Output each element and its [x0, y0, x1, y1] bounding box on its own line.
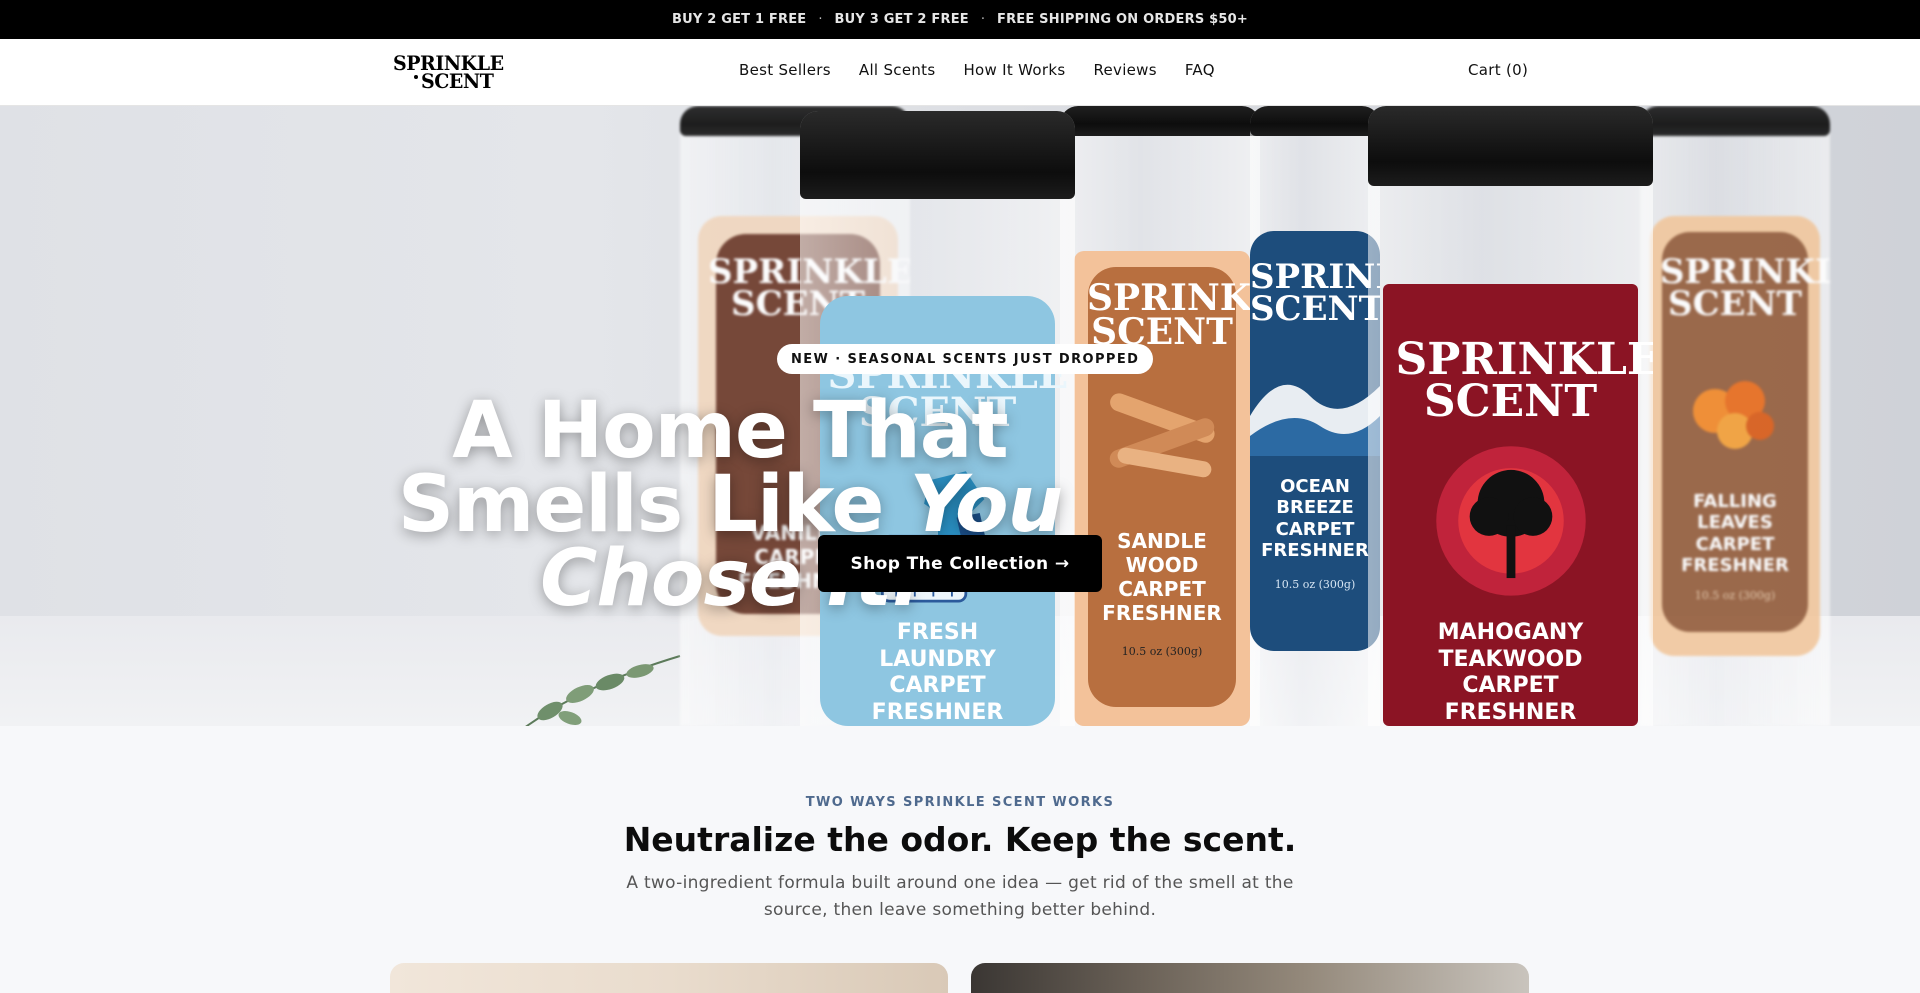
product-name: FRESH LAUNDRY CARPET FRESHNER — [871, 620, 1004, 725]
shop-collection-button[interactable]: Shop The Collection → — [818, 535, 1102, 592]
feature-card-neutralize[interactable] — [390, 963, 948, 993]
product-brand: SPRINKLE SCENT — [1250, 257, 1380, 330]
promo-text-2: BUY 3 GET 2 FREE — [834, 12, 969, 27]
logo-dot — [414, 75, 418, 79]
tree-flower-illustration — [1435, 445, 1586, 596]
bottle-cap — [1368, 106, 1653, 186]
badge-text: NEW · SEASONAL SCENTS JUST DROPPED — [791, 351, 1140, 367]
nav-reviews[interactable]: Reviews — [1093, 61, 1156, 79]
product-name: FALLING LEAVES CARPET FRESHNER — [1681, 490, 1789, 577]
product-weight: 10.5 oz (300g) — [1121, 645, 1203, 659]
product-label: SPRINKLE SCENT SANDLE WOOD CARPET FRESHN… — [1074, 251, 1260, 726]
section-eyebrow: TWO WAYS SPRINKLE SCENT WORKS — [805, 795, 1115, 810]
product-bottle-falling-leaves: SPRINKLE SCENT FALLING LEAVES CARPET FRE… — [1640, 106, 1830, 726]
promo-separator: · — [818, 12, 823, 27]
nav-how-it-works[interactable]: How It Works — [963, 61, 1065, 79]
nav-all-scents[interactable]: All Scents — [859, 61, 936, 79]
product-weight: 10.5 oz (300g) — [1274, 577, 1356, 591]
promo-text-3: FREE SHIPPING ON ORDERS $50+ — [997, 12, 1248, 27]
nav-faq[interactable]: FAQ — [1185, 61, 1215, 79]
bottle-cap — [800, 111, 1075, 199]
bottle-cap — [1060, 106, 1260, 136]
product-bottle-ocean-breeze: SPRINKLE SCENT OCEAN BREEZE CARPET FRESH… — [1250, 106, 1380, 726]
main-nav: Best Sellers All Scents How It Works Rev… — [739, 61, 1215, 79]
product-bottle-sandle-wood: SPRINKLE SCENT SANDLE WOOD CARPET FRESHN… — [1060, 106, 1260, 726]
eucalyptus-decoration — [525, 655, 681, 726]
bottle-cap — [1250, 106, 1380, 136]
new-arrival-badge: NEW · SEASONAL SCENTS JUST DROPPED — [777, 344, 1154, 374]
product-brand: SPRINKLE SCENT — [1660, 252, 1830, 325]
product-label: SPRINKLE SCENT FALLING LEAVES CARPET FRE… — [1650, 216, 1830, 656]
nav-best-sellers[interactable]: Best Sellers — [739, 61, 831, 79]
product-name: MAHOGANY TEAKWOOD CARPET FRESHNER — [1437, 620, 1584, 725]
product-name: OCEAN BREEZE CARPET FRESHNER — [1261, 475, 1369, 562]
autumn-leaves-illustration — [1693, 380, 1774, 449]
announcement-bar: BUY 2 GET 1 FREE · BUY 3 GET 2 FREE · FR… — [0, 0, 1920, 39]
bottle-cap — [1640, 106, 1830, 136]
feature-card-scent[interactable] — [971, 963, 1529, 993]
wave-illustration — [1250, 384, 1380, 456]
promo-text-1: BUY 2 GET 1 FREE — [672, 12, 807, 27]
product-weight: 10.5 oz (300g) — [1694, 588, 1776, 602]
cart-link[interactable]: Cart (0) — [1468, 61, 1528, 79]
product-name: SANDLE WOOD CARPET FRESHNER — [1102, 529, 1222, 626]
product-bottle-mahogany-teakwood: SPRINKLE SCENT MAHOGANY TEAKWOOD CARPET … — [1368, 106, 1653, 726]
site-header: SPRINKLE SCENT Best Sellers All Scents H… — [0, 39, 1920, 106]
hero-banner: SPRINKLE SCENT VANILLA CARPET FRESHNER S… — [0, 106, 1920, 726]
product-brand: SPRINKLE SCENT — [1087, 277, 1260, 354]
section-title: Neutralize the odor. Keep the scent. — [623, 820, 1297, 859]
product-brand: SPRINKLE SCENT — [1395, 334, 1654, 427]
section-subtitle: A two-ingredient formula built around on… — [626, 873, 1294, 920]
wood-logs-illustration — [1109, 393, 1215, 478]
product-label: SPRINKLE SCENT MAHOGANY TEAKWOOD CARPET … — [1383, 284, 1654, 726]
sprinkle-scent-logo[interactable]: SPRINKLE SCENT — [393, 53, 505, 91]
promo-separator: · — [980, 12, 985, 27]
logo-line-2: SCENT — [421, 69, 494, 93]
product-label: SPRINKLE SCENT OCEAN BREEZE CARPET FRESH… — [1250, 231, 1380, 651]
